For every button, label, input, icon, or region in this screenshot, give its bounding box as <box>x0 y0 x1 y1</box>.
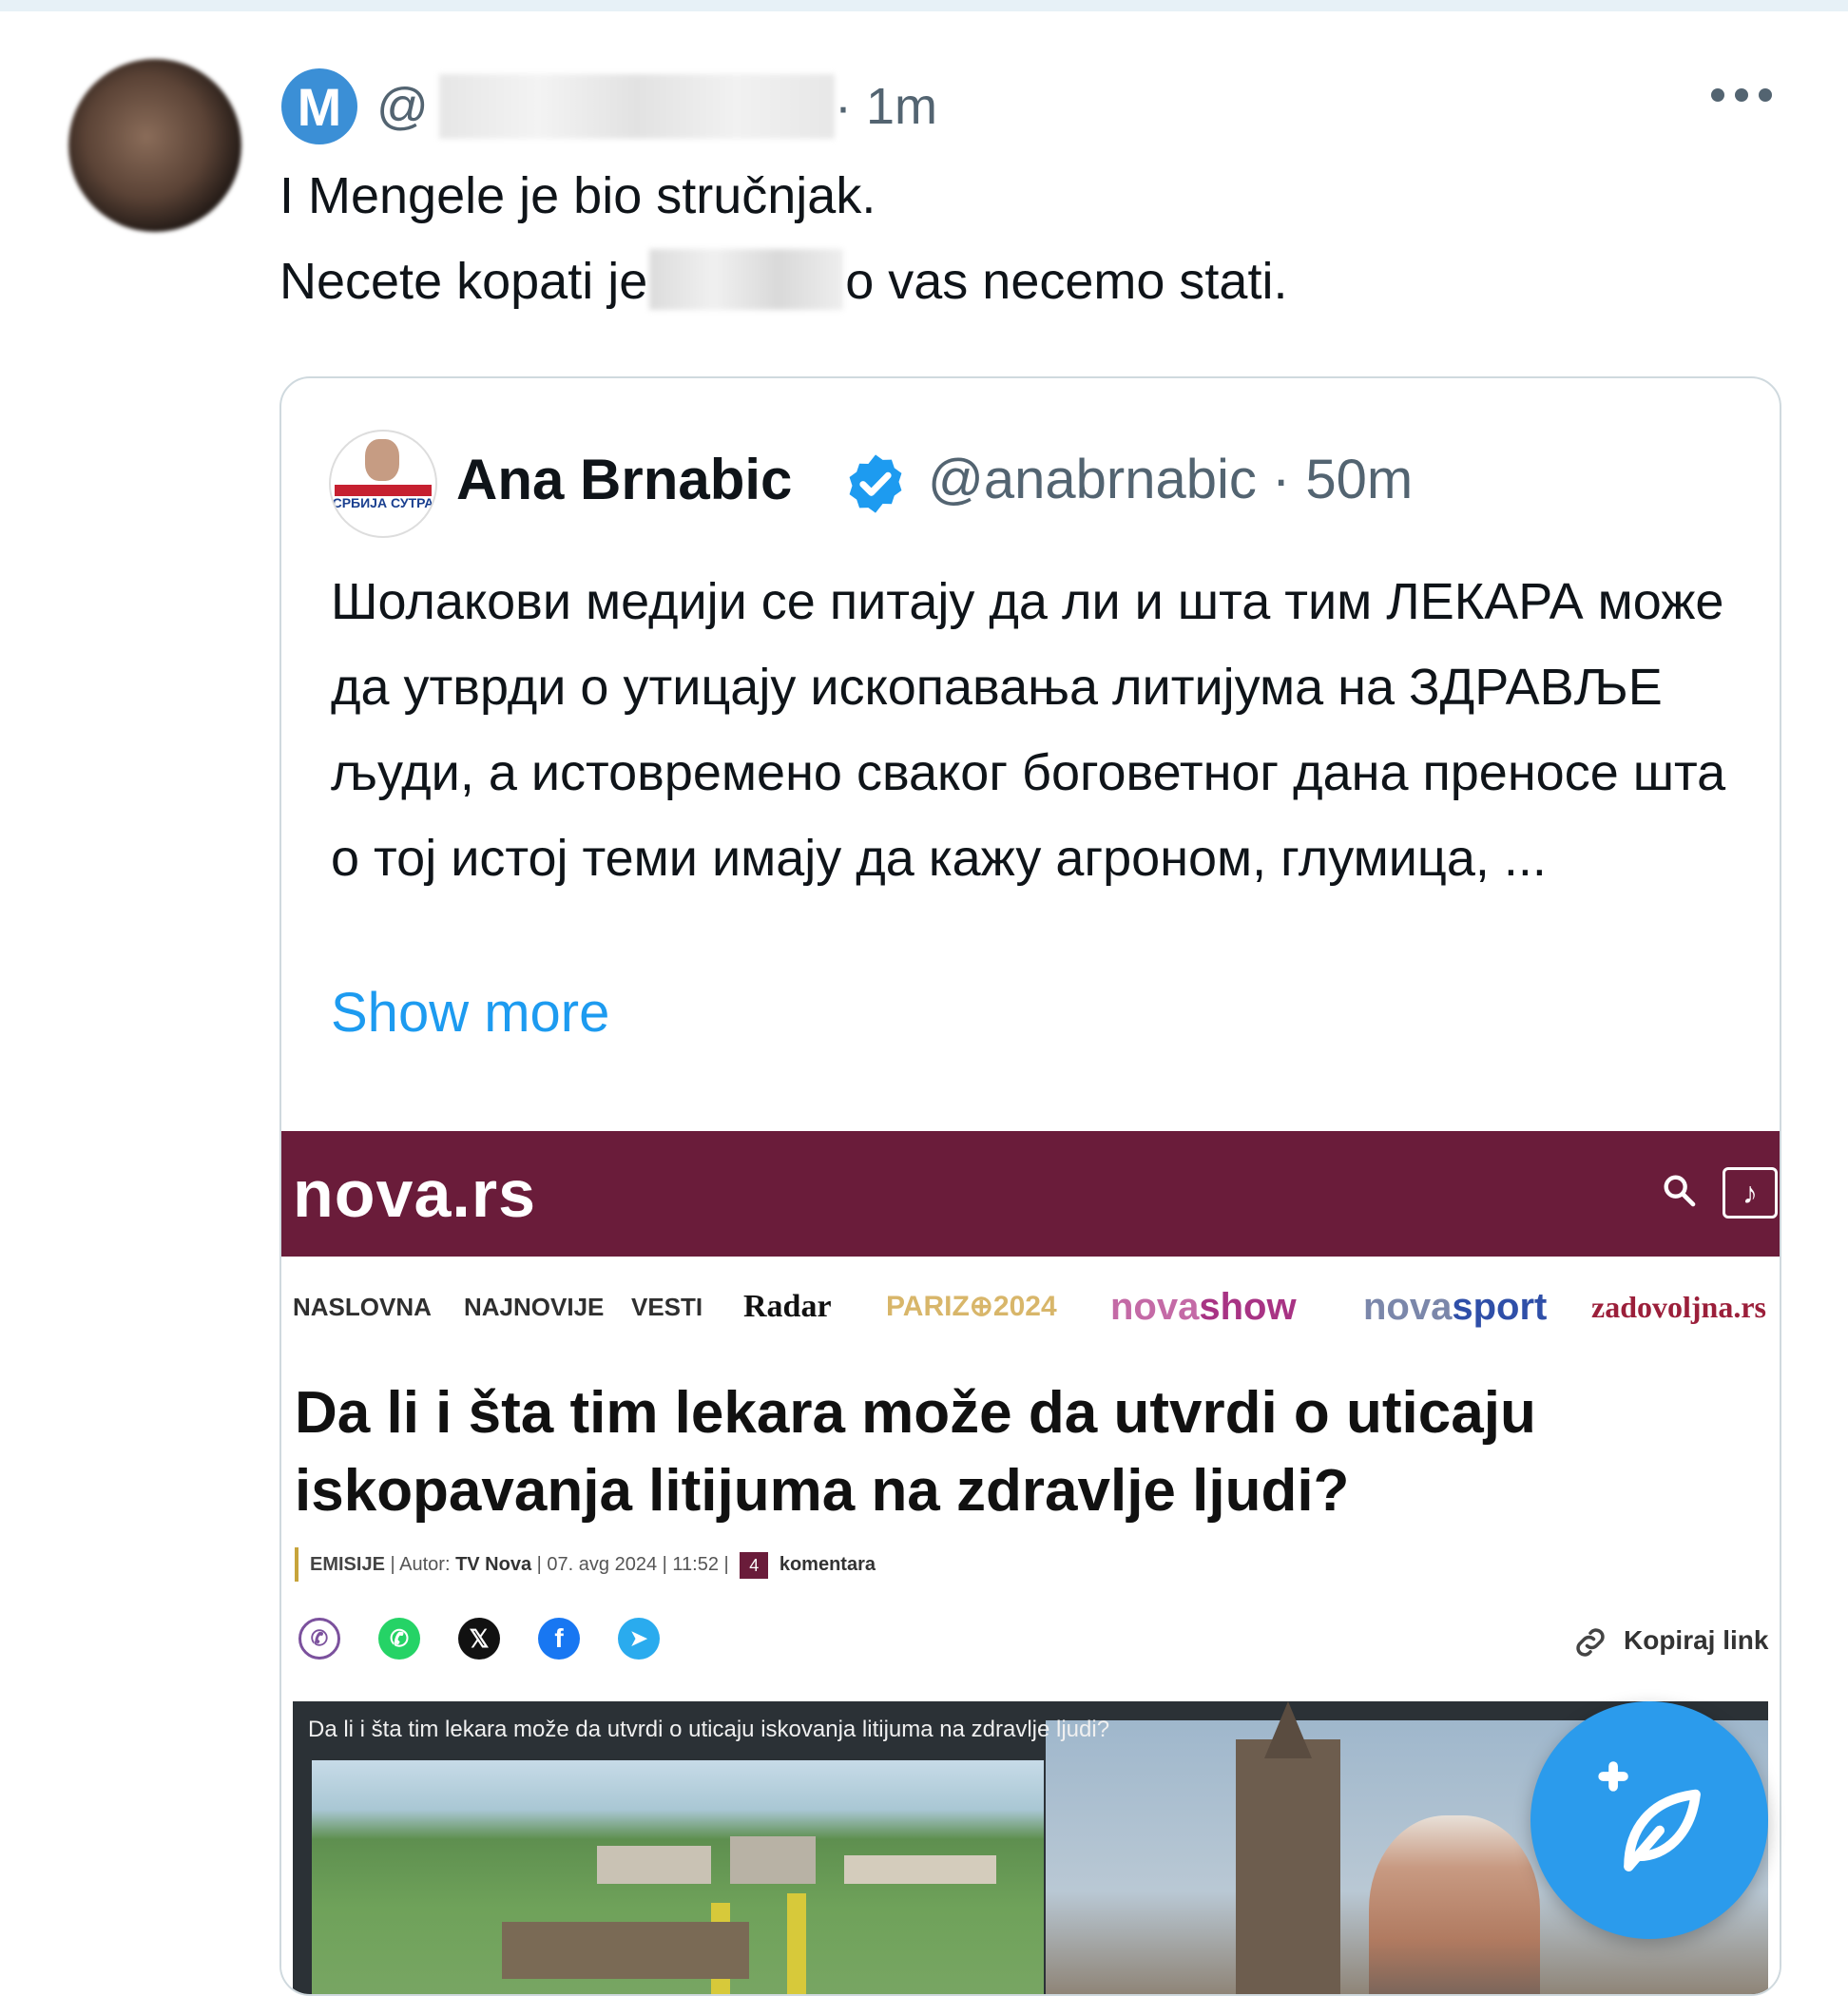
profile-badge-icon: M <box>281 68 357 144</box>
article-headline: Da li i šta tim lekara može da utvrdi o … <box>295 1380 1536 1524</box>
article-meta: EMISIJE | Autor: TV Nova | 07. avg 2024 … <box>295 1547 876 1582</box>
quoted-handle-time: @anabrnabic · 50m <box>928 449 1414 510</box>
redacted-handle <box>439 74 835 139</box>
meta-comments: komentara <box>779 1554 876 1575</box>
verified-badge-icon <box>849 454 902 513</box>
mine-rendering-image <box>312 1760 1044 1994</box>
comment-count-badge: 4 <box>740 1551 769 1579</box>
viber-icon: ✆ <box>298 1618 340 1660</box>
badge-letter: M <box>297 76 342 137</box>
more-dots-icon[interactable] <box>1711 76 1772 114</box>
quoted-user-name[interactable]: Ana Brnabic <box>456 447 792 513</box>
nav-novashow: novashow <box>1110 1283 1297 1331</box>
handle-prefix: @ <box>376 78 429 135</box>
reply-text-line-1: I Mengele je bio stručnjak. <box>279 167 876 224</box>
user-avatar[interactable] <box>68 59 241 232</box>
novashow-part-a: nova <box>1110 1286 1200 1328</box>
compose-tweet-button[interactable] <box>1530 1701 1768 1939</box>
compose-tweet-icon <box>1598 1761 1701 1871</box>
novashow-part-b: show <box>1199 1286 1297 1328</box>
redacted-text <box>649 249 844 310</box>
whatsapp-icon: ✆ <box>378 1618 420 1660</box>
show-more-link[interactable]: Show more <box>331 975 609 1051</box>
top-bar <box>0 0 1848 11</box>
quoted-tweet-text: Шолакови медији се питају да ли и шта ти… <box>331 573 1726 887</box>
novasport-part-b: sport <box>1452 1286 1548 1328</box>
nav-najnovije: NAJNOVIJE <box>464 1293 605 1321</box>
meta-category: EMISIJE <box>310 1554 385 1575</box>
video-caption: Da li i šta tim lekara može da utvrdi o … <box>308 1717 1110 1742</box>
nav-vesti: VESTI <box>631 1293 703 1321</box>
telegram-icon: ➤ <box>618 1618 660 1660</box>
tweet-time[interactable]: · 1m <box>835 76 937 137</box>
reply-text-start: Necete kopati je <box>279 253 648 310</box>
meta-date: 07. avg 2024 | 11:52 <box>547 1554 719 1575</box>
copy-link-button: Kopiraj link <box>1570 1622 1768 1662</box>
nav-pariz: PARIZ⊕2024 <box>886 1291 1057 1322</box>
search-icon <box>1664 1175 1696 1207</box>
copy-link-label: Kopiraj link <box>1624 1625 1769 1655</box>
meta-author: TV Nova <box>455 1554 532 1575</box>
link-icon <box>1576 1627 1605 1657</box>
avatar-text: СРБИЈА СУТРА <box>332 495 434 510</box>
nav-naslovna: NASLOVNA <box>293 1293 432 1321</box>
nova-nav: NASLOVNA NAJNOVIJE VESTI Radar PARIZ⊕202… <box>293 1283 1776 1331</box>
meta-author-label: Autor: <box>399 1554 451 1575</box>
reply-text-end: o vas necemo stati. <box>845 253 1288 310</box>
nav-novasport: novasport <box>1363 1283 1547 1331</box>
nav-radar: Radar <box>743 1289 832 1324</box>
church-tower <box>1236 1701 1340 1994</box>
reply-text-line-2: Necete kopati je o vas necemo stati. <box>279 249 1287 314</box>
nova-logo: nova.rs <box>293 1157 536 1231</box>
person <box>1369 1815 1540 1994</box>
nova-header: nova.rs ♪ <box>281 1131 1780 1257</box>
music-icon: ♪ <box>1723 1167 1778 1219</box>
facebook-icon: f <box>538 1618 580 1660</box>
nav-zadovoljna: zadovoljna.rs <box>1591 1290 1766 1324</box>
x-icon: 𝕏 <box>458 1618 500 1660</box>
avatar-face <box>365 439 399 481</box>
novasport-part-a: nova <box>1363 1286 1453 1328</box>
quoted-user-avatar[interactable]: СРБИЈА СУТРА <box>329 430 437 538</box>
